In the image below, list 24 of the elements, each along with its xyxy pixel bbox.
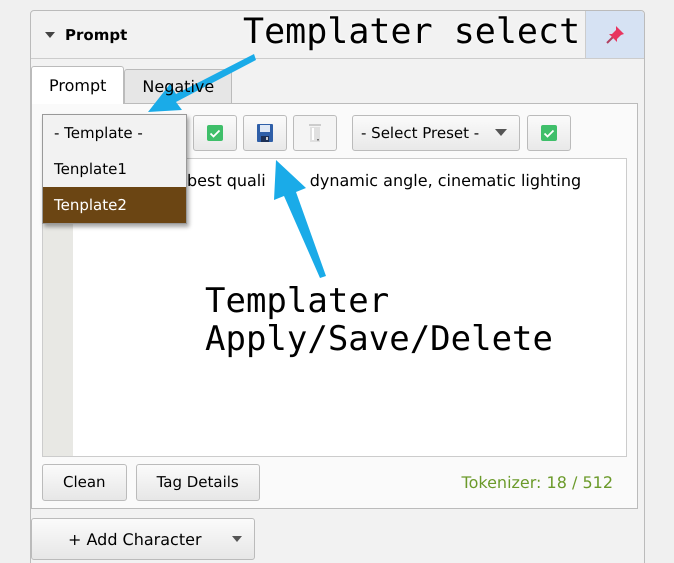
annotation-text: Templater select — [243, 12, 580, 52]
annotation-text: Templater Apply/Save/Delete — [205, 282, 553, 358]
prompt-text: best quali — [187, 170, 266, 190]
save-button[interactable] — [243, 114, 287, 151]
apply-button[interactable] — [193, 114, 237, 151]
caret-icon — [232, 536, 242, 542]
pushpin-icon — [604, 24, 626, 46]
panel-title: Prompt — [65, 26, 128, 44]
add-character-button[interactable]: + Add Character — [31, 518, 255, 560]
apply-button[interactable] — [527, 114, 571, 151]
prompt-text: dynamic angle, cinematic lighting — [310, 170, 582, 190]
preset-dropdown[interactable]: - Select Preset - — [352, 114, 520, 151]
checkbox-icon — [540, 124, 558, 142]
menu-item[interactable]: Tenplate2 — [43, 187, 186, 223]
action-button[interactable]: Clean — [42, 464, 127, 501]
action-button[interactable]: Tag Details — [136, 464, 260, 501]
trash-can-icon — [307, 122, 323, 143]
caret-icon — [45, 32, 55, 38]
token-count: Tokenizer: 18 / 512 — [462, 472, 613, 492]
checkbox-icon — [206, 124, 224, 142]
caret-icon — [495, 129, 507, 136]
pin-button[interactable] — [585, 11, 644, 58]
menu-item[interactable]: - Template - — [43, 115, 186, 151]
tab[interactable]: Prompt — [31, 66, 124, 104]
